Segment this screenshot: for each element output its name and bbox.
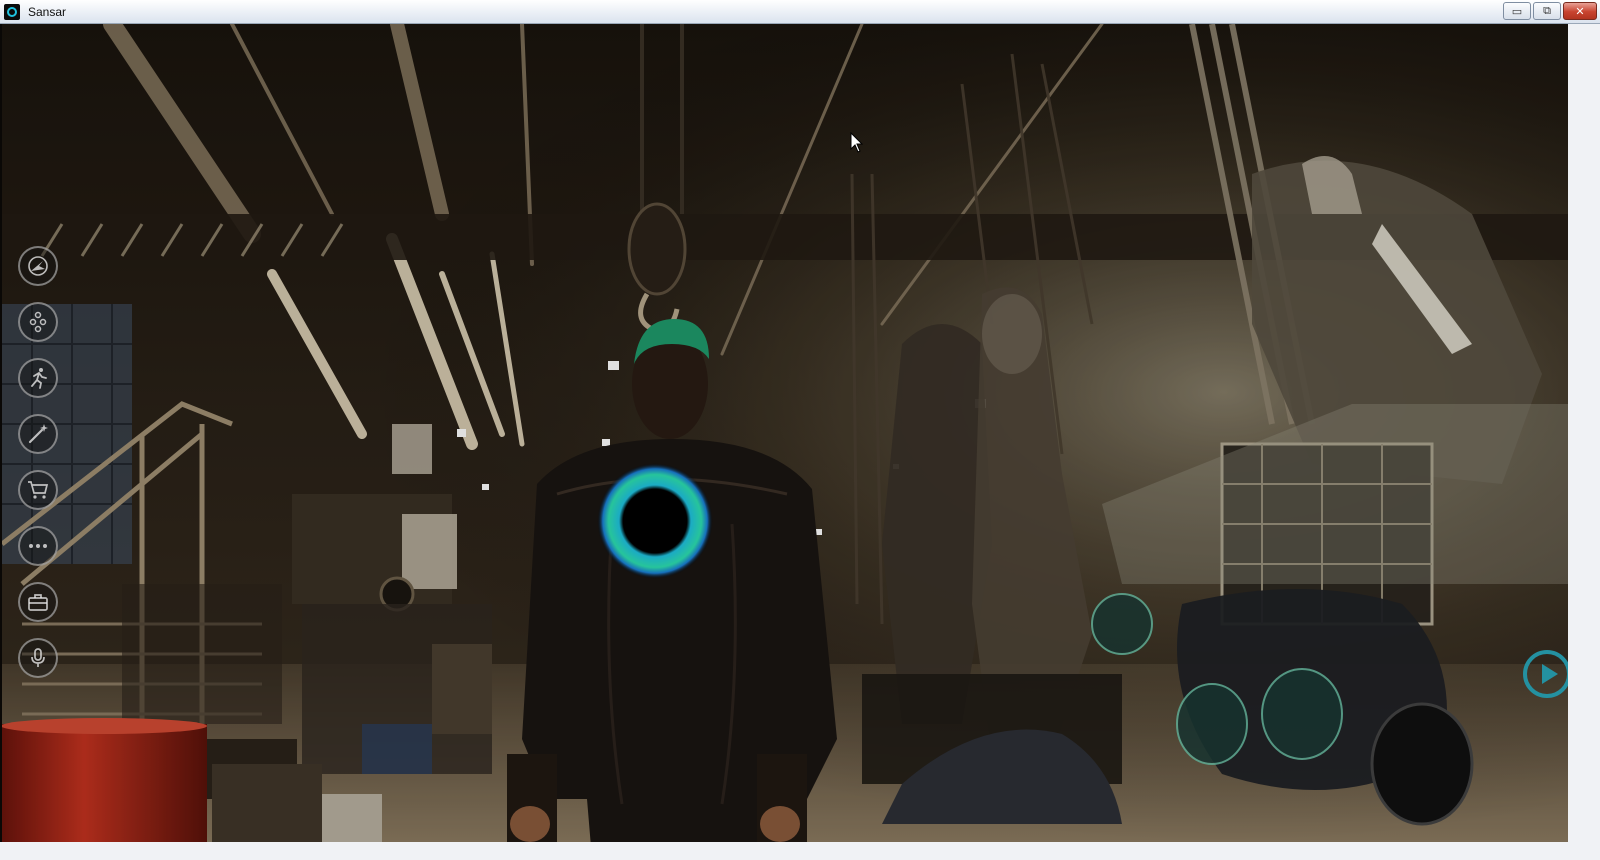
window-title: Sansar <box>28 4 67 19</box>
store-button[interactable] <box>18 470 58 510</box>
compass-plane-icon <box>28 256 48 276</box>
3d-viewport[interactable] <box>2 24 1568 842</box>
app-window: Sansar ▭ ⧉ ✕ <box>0 0 1600 860</box>
sansar-logo-icon <box>4 3 20 20</box>
edit-button[interactable] <box>18 414 58 454</box>
title-bar[interactable]: Sansar ▭ ⧉ ✕ <box>0 0 1600 24</box>
close-button[interactable]: ✕ <box>1563 2 1597 20</box>
minimize-button[interactable]: ▭ <box>1503 2 1531 20</box>
restore-button[interactable]: ⧉ <box>1533 2 1561 20</box>
window-frame-bottom <box>0 842 1600 860</box>
warehouse-scene <box>2 24 1568 842</box>
ellipsis-icon <box>29 544 47 548</box>
window-controls: ▭ ⧉ ✕ <box>1503 2 1597 20</box>
emote-button[interactable] <box>18 358 58 398</box>
more-button[interactable] <box>18 526 58 566</box>
magic-wand-icon <box>28 424 48 444</box>
running-figure-icon <box>31 368 47 389</box>
voice-button[interactable] <box>18 638 58 678</box>
people-button[interactable] <box>18 302 58 342</box>
mouse-cursor-icon <box>850 132 864 153</box>
people-icon <box>29 311 47 333</box>
explore-button[interactable] <box>18 246 58 286</box>
shopping-cart-icon <box>28 481 49 499</box>
microphone-icon <box>31 648 45 667</box>
briefcase-icon <box>28 594 48 611</box>
inventory-button[interactable] <box>18 582 58 622</box>
window-frame-right <box>1568 24 1600 842</box>
